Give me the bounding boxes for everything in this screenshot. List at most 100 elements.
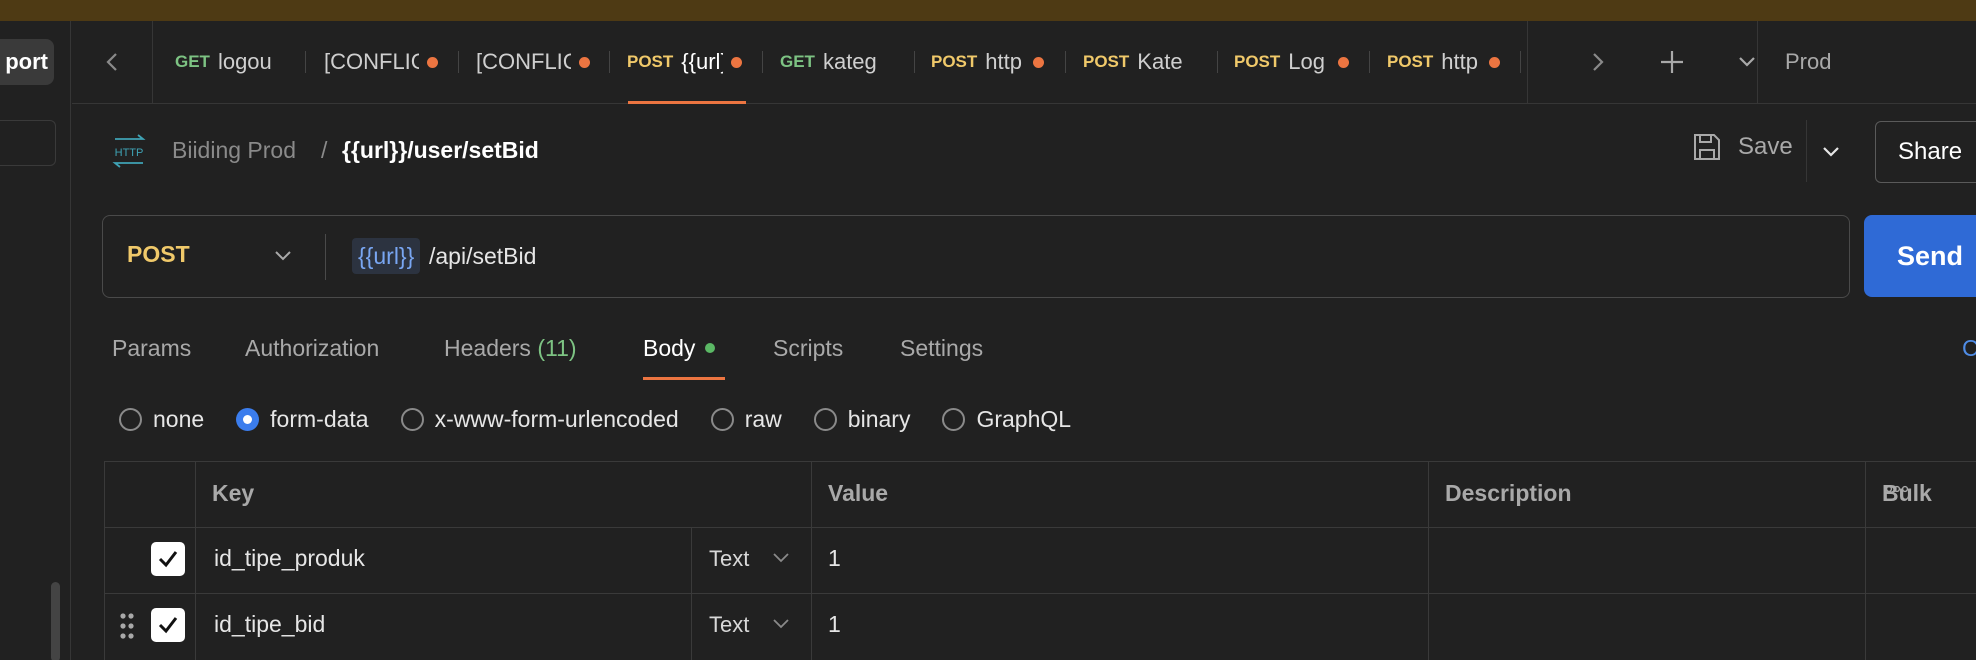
key-type-selector[interactable]: Text [692, 528, 812, 594]
table-row-checkbox-cell [105, 594, 196, 660]
key-input[interactable]: id_tipe_produk [196, 528, 692, 594]
tab-method: POST [627, 52, 674, 71]
table-header-description: Description [1429, 462, 1866, 528]
tab-params[interactable]: Params [112, 335, 191, 362]
tab-3-active[interactable]: POST {{url} [627, 21, 757, 103]
tab-name: {{url} [681, 49, 724, 74]
url-input[interactable]: /api/setBid [429, 243, 536, 270]
chevron-down-icon [1739, 57, 1755, 67]
chevron-left-icon [106, 53, 117, 71]
url-variable-chip[interactable]: {{url}} [352, 238, 421, 274]
bulk-edit-label: Bulk [1882, 480, 1932, 506]
row-enabled-checkbox[interactable] [151, 608, 185, 642]
tab-7[interactable]: POST Log [1234, 21, 1374, 103]
tab-list-dropdown-button[interactable] [1712, 21, 1782, 103]
radio-binary[interactable]: binary [813, 406, 910, 433]
http-icon: HTTP [112, 134, 146, 168]
page-title[interactable]: {{url}}/user/setBid [342, 137, 539, 164]
body-modified-dot-icon [705, 342, 716, 353]
breadcrumb-separator: / [321, 137, 328, 163]
description-input[interactable] [1429, 594, 1866, 660]
key-input[interactable]: id_tipe_bid [196, 594, 692, 660]
checkmark-icon [158, 551, 178, 568]
tab-authorization[interactable]: Authorization [245, 335, 379, 362]
save-label: Save [1738, 133, 1793, 160]
tab-name: [CONFLIC [324, 49, 419, 74]
row-extra-cell [1866, 594, 1976, 660]
tab-method: POST [1387, 52, 1434, 71]
radio-x-www-form-urlencoded[interactable]: x-www-form-urlencoded [400, 406, 679, 433]
radio-circle-icon [119, 408, 142, 431]
import-button[interactable]: port [0, 39, 54, 85]
cookies-link[interactable]: C [1962, 335, 1976, 362]
tab-body[interactable]: Body [643, 335, 716, 362]
tab-scripts[interactable]: Scripts [773, 335, 843, 362]
radio-graphql[interactable]: GraphQL [942, 406, 1071, 433]
radio-none[interactable]: none [119, 406, 204, 433]
tab-1[interactable]: [CONFLIC [324, 21, 454, 103]
url-bar: POST {{url}} /api/setBid [102, 215, 1850, 298]
send-button[interactable]: Send [1864, 215, 1976, 297]
sidebar: port [0, 21, 71, 660]
tab-method: POST [931, 52, 978, 71]
tab-8[interactable]: POST http [1387, 21, 1527, 103]
radio-label: GraphQL [976, 406, 1072, 432]
key-type-selector[interactable]: Text [692, 594, 812, 660]
plus-icon [1661, 51, 1683, 73]
unsaved-dot-icon [731, 56, 743, 68]
save-options-chevron-down-icon[interactable] [1818, 138, 1844, 164]
radio-selected-icon [236, 408, 260, 431]
tab-method: GET [175, 52, 210, 71]
unsaved-dot-icon [1489, 56, 1501, 68]
tab-4[interactable]: GET kateg [780, 21, 890, 103]
active-request-tab-indicator [643, 377, 725, 380]
sidebar-scrollbar[interactable] [51, 582, 60, 660]
tab-settings[interactable]: Settings [900, 335, 983, 362]
unsaved-dot-icon [427, 56, 438, 68]
sidebar-search-input[interactable] [0, 120, 56, 166]
type-label: Text [709, 612, 750, 637]
tab-name: logou [217, 49, 272, 74]
save-icon [1694, 134, 1720, 160]
tab-headers[interactable]: Headers (11) [444, 335, 577, 362]
row-enabled-checkbox[interactable] [151, 542, 185, 576]
tab-6[interactable]: POST Kate [1083, 21, 1223, 103]
new-tab-button[interactable] [1637, 21, 1707, 103]
unsaved-dot-icon [1033, 56, 1045, 68]
value-input[interactable]: 1 [812, 528, 1429, 594]
bulk-edit-button[interactable]: Bulk [1866, 462, 1976, 528]
tab-name: [CONFLIC [476, 49, 571, 74]
chevron-right-icon [1593, 53, 1604, 71]
chevron-down-icon[interactable] [273, 246, 293, 266]
breadcrumb-collection[interactable]: Biiding Prod [172, 137, 296, 164]
tab-method: GET [780, 52, 815, 71]
tab-name: http [1441, 49, 1478, 74]
method-selector[interactable]: POST [127, 241, 190, 268]
tab-name: http [985, 49, 1022, 74]
chevron-down-icon [773, 619, 789, 629]
table-row-checkbox-cell [105, 528, 196, 594]
tab-0[interactable]: GET logou [175, 21, 295, 103]
tab-body-label: Body [643, 335, 696, 361]
environment-selector[interactable]: Prod [1785, 21, 1905, 103]
tab-scroll-right-button[interactable] [1563, 21, 1633, 103]
radio-raw[interactable]: raw [710, 406, 782, 433]
tab-2[interactable]: [CONFLIC [476, 21, 606, 103]
share-button[interactable]: Share [1875, 121, 1976, 183]
tab-scroll-left-button[interactable] [72, 21, 152, 103]
tab-name: Kate [1137, 49, 1183, 74]
drag-handle-icon[interactable] [119, 612, 135, 640]
window-top-strip [0, 0, 1976, 21]
row-extra-cell [1866, 528, 1976, 594]
checkmark-icon [158, 617, 178, 634]
tab-5[interactable]: POST http [931, 21, 1071, 103]
chevron-down-icon [773, 553, 789, 563]
radio-form-data[interactable]: form-data [236, 406, 369, 433]
radio-label: raw [744, 406, 782, 432]
radio-circle-icon [400, 408, 424, 431]
radio-label: x-www-form-urlencoded [434, 406, 679, 432]
value-input[interactable]: 1 [812, 594, 1429, 660]
radio-circle-icon [942, 408, 966, 431]
save-button[interactable]: Save [1692, 132, 1793, 162]
description-input[interactable] [1429, 528, 1866, 594]
